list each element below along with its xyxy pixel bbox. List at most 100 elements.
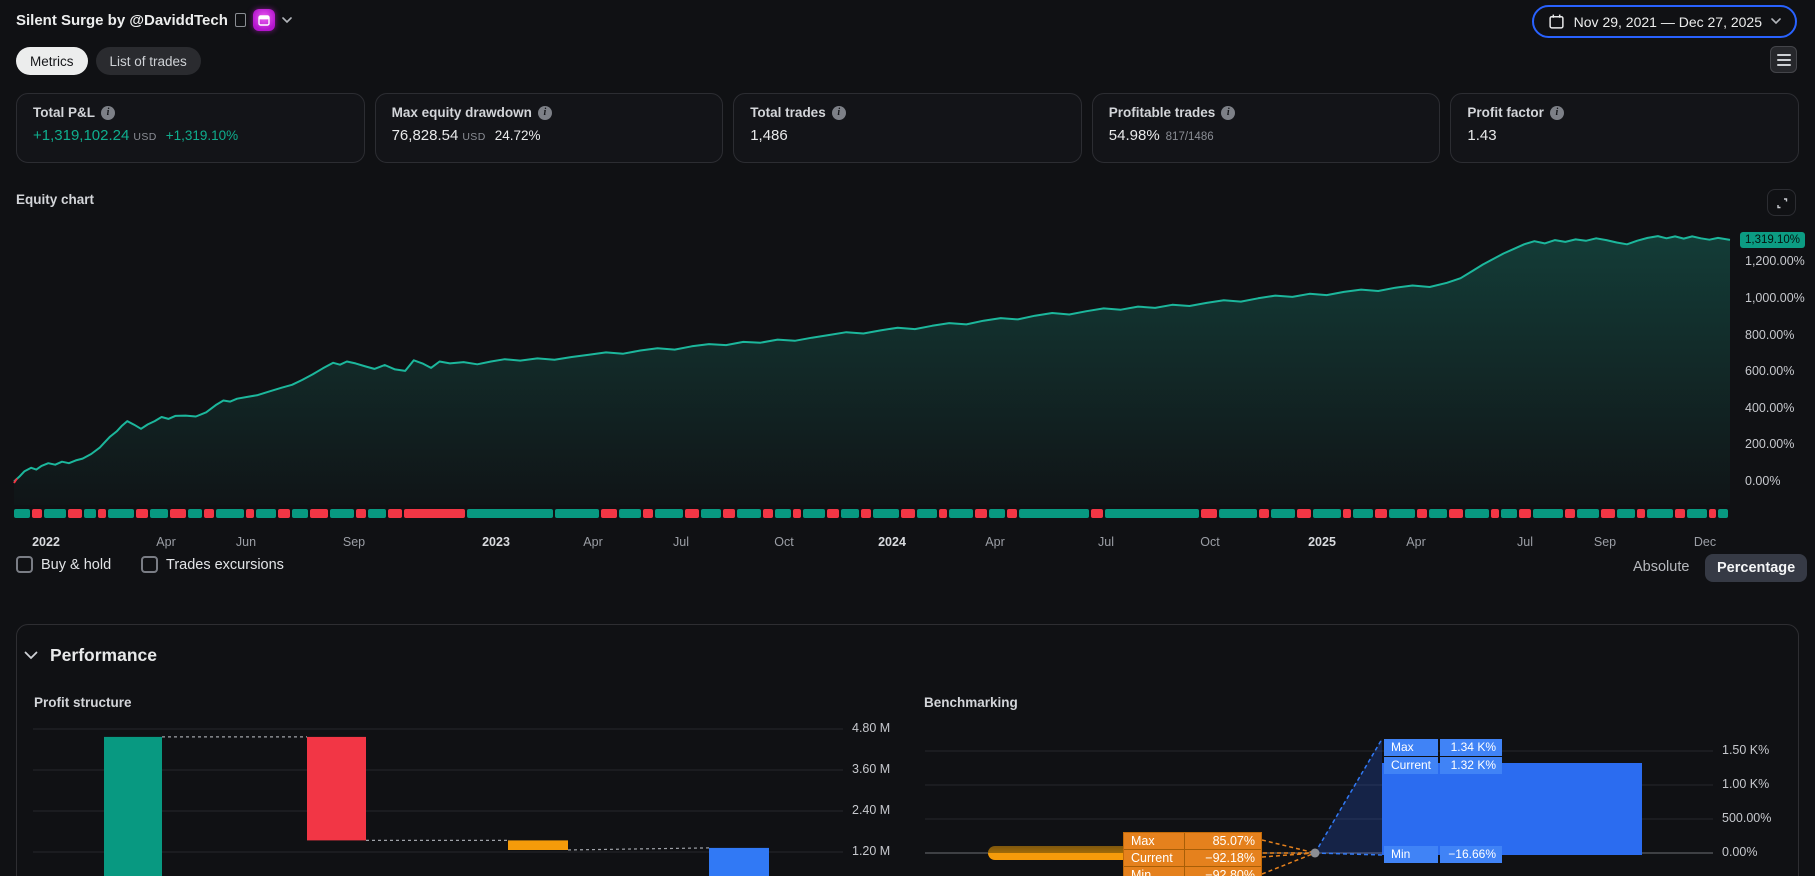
card-label: Max equity drawdown	[392, 105, 532, 120]
losing-trades-segment	[388, 509, 402, 518]
winning-trades-segment	[1105, 509, 1199, 518]
info-icon[interactable]: i	[538, 106, 552, 120]
profit-structure-y-tick: 2.40 M	[852, 803, 890, 817]
buy-and-hold-checkbox[interactable]	[16, 556, 33, 573]
card-label: Profitable trades	[1109, 105, 1216, 120]
equity-y-tick: 200.00%	[1745, 437, 1794, 451]
strategy-current-row: Current 1.32 K%	[1384, 757, 1502, 774]
equity-x-tick: Oct	[774, 535, 793, 549]
absolute-toggle[interactable]: Absolute	[1633, 559, 1689, 575]
winning-trades-segment	[1429, 509, 1447, 518]
equity-chart-title: Equity chart	[16, 192, 94, 207]
losing-trades-segment	[404, 509, 465, 518]
winning-trades-segment	[803, 509, 825, 518]
trades-excursions-checkbox[interactable]	[141, 556, 158, 573]
winning-trades-segment	[216, 509, 244, 518]
losing-trades-segment	[1417, 509, 1427, 518]
equity-x-tick: Apr	[1406, 535, 1425, 549]
metric-cards: Total P&Li +1,319,102.24USD+1,319.10% Ma…	[16, 93, 1799, 163]
tab-list-of-trades[interactable]: List of trades	[96, 47, 201, 75]
percentage-toggle[interactable]: Percentage	[1705, 554, 1807, 582]
winning-trades-segment	[108, 509, 134, 518]
winning-trades-segment	[1465, 509, 1489, 518]
losing-trades-segment	[246, 509, 254, 518]
collapse-chevron-icon	[24, 651, 38, 660]
card-value: +1,319,102.24	[33, 127, 129, 144]
strategy-badge-icon[interactable]	[253, 9, 275, 31]
losing-trades-segment	[356, 509, 366, 518]
card-label: Total trades	[750, 105, 826, 120]
winning-trades-segment	[989, 509, 1005, 518]
losing-trades-segment	[723, 509, 735, 518]
card-profit-factor: Profit factori 1.43	[1450, 93, 1799, 163]
card-value: 76,828.54	[392, 127, 459, 144]
losing-trades-segment	[601, 509, 617, 518]
winning-trades-segment	[1271, 509, 1295, 518]
winning-trades-segment	[368, 509, 386, 518]
winning-trades-segment	[1617, 509, 1635, 518]
info-icon[interactable]: i	[1550, 106, 1564, 120]
trades-excursions-label[interactable]: Trades excursions	[166, 557, 284, 573]
equity-x-tick: Jul	[1098, 535, 1114, 549]
winning-trades-segment	[292, 509, 308, 518]
winning-trades-segment	[873, 509, 899, 518]
benchmark-focus-dot	[1311, 849, 1320, 858]
tooltip-value: −92.18%	[1185, 850, 1261, 866]
winning-trades-segment	[1389, 509, 1415, 518]
winning-trades-segment	[701, 509, 721, 518]
losing-trades-segment	[1375, 509, 1387, 518]
equity-x-tick: Apr	[985, 535, 1004, 549]
equity-area-fill	[14, 236, 1730, 505]
report-layout-menu-button[interactable]	[1770, 46, 1797, 73]
info-icon[interactable]: i	[101, 106, 115, 120]
tooltip-label: Min	[1124, 867, 1185, 876]
losing-trades-segment	[204, 509, 214, 518]
card-unit: USD	[133, 131, 156, 143]
range-label: Max	[1384, 739, 1438, 756]
date-range-picker[interactable]: Nov 29, 2021 — Dec 27, 2025	[1532, 5, 1797, 38]
tooltip-row-max: Max 85.07%	[1124, 833, 1261, 850]
tooltip-value: −92.80%	[1185, 867, 1261, 876]
winning-trades-segment	[655, 509, 683, 518]
strategy-min-row: Min −16.66%	[1384, 846, 1502, 863]
info-icon[interactable]: i	[1221, 106, 1235, 120]
info-icon[interactable]: i	[832, 106, 846, 120]
losing-trades-segment	[170, 509, 186, 518]
equity-y-tick: 400.00%	[1745, 401, 1794, 415]
card-unit: USD	[462, 131, 485, 143]
equity-current-value-badge: 1,319.10%	[1740, 232, 1805, 248]
winning-trades-segment	[1533, 509, 1563, 518]
card-profitable-trades: Profitable tradesi 54.98%817/1486	[1092, 93, 1441, 163]
equity-x-tick: Oct	[1200, 535, 1219, 549]
title-chevron-down-icon[interactable]	[282, 11, 292, 29]
losing-trades-segment	[763, 509, 773, 518]
card-extra: 817/1486	[1166, 131, 1214, 143]
strategy-title: Silent Surge by @DaviddTech	[16, 12, 228, 29]
performance-header[interactable]: Performance	[24, 645, 157, 666]
equity-y-tick: 1,000.00%	[1745, 291, 1805, 305]
tooltip-label: Max	[1124, 833, 1185, 849]
buy-and-hold-label[interactable]: Buy & hold	[41, 557, 111, 573]
losing-trades-segment	[1491, 509, 1499, 518]
winning-trades-segment	[1219, 509, 1257, 518]
winning-trades-segment	[44, 509, 66, 518]
losing-trades-segment	[1343, 509, 1351, 518]
benchmarking-y-tick: 0.00%	[1722, 845, 1757, 859]
tab-metrics[interactable]: Metrics	[16, 47, 88, 75]
winning-trades-segment	[737, 509, 761, 518]
fullscreen-button[interactable]	[1767, 189, 1796, 216]
losing-trades-segment	[1201, 509, 1217, 518]
card-label: Profit factor	[1467, 105, 1544, 120]
equity-x-tick: 2025	[1308, 535, 1336, 549]
tooltip-value: 85.07%	[1185, 833, 1261, 849]
equity-curve-chart[interactable]	[0, 218, 1740, 508]
losing-trades-segment	[1637, 509, 1645, 518]
equity-x-tick: 2022	[32, 535, 60, 549]
range-value: −16.66%	[1440, 846, 1502, 863]
profit-structure-y-tick: 1.20 M	[852, 844, 890, 858]
losing-trades-segment	[1297, 509, 1311, 518]
winning-trades-segment	[555, 509, 599, 518]
card-extra: 24.72%	[495, 128, 541, 143]
losing-trades-segment	[136, 509, 148, 518]
profit-structure-y-tick: 3.60 M	[852, 762, 890, 776]
